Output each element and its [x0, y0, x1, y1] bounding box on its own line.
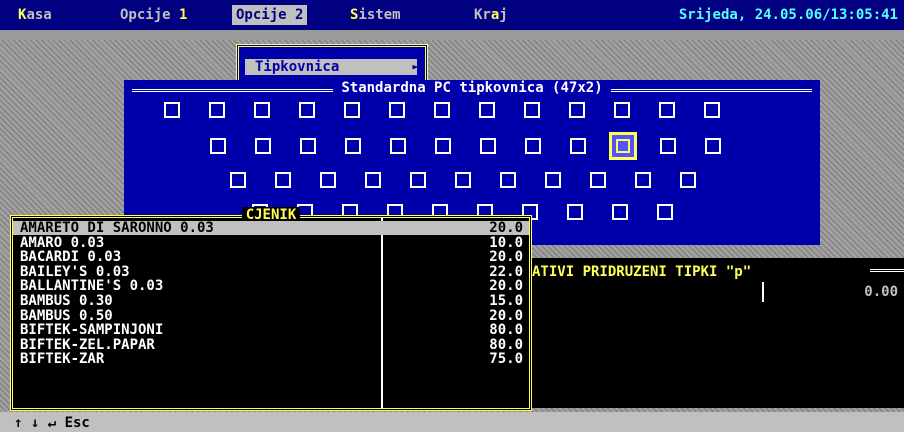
submenu-arrow-icon: ►: [412, 60, 419, 73]
menu-band: [0, 30, 904, 40]
keyboard-key[interactable]: [567, 204, 583, 220]
menu-kraj[interactable]: Kraj: [474, 7, 508, 23]
keyboard-key[interactable]: [570, 138, 586, 154]
price-list-row[interactable]: BAMBUS 0.50 20.0: [13, 309, 529, 323]
keyboard-key[interactable]: [500, 172, 516, 188]
price-list-row[interactable]: AMARO 0.03 10.0: [13, 236, 529, 250]
keyboard-key[interactable]: [255, 138, 271, 154]
keyboard-key[interactable]: [614, 102, 630, 118]
item-name: BIFTEK-ZAR: [20, 351, 105, 368]
keyboard-key[interactable]: [164, 102, 180, 118]
menu-sistem[interactable]: Sistem: [350, 7, 401, 23]
item-price: 20.0: [489, 249, 523, 266]
price-list-row[interactable]: BIFTEK-ZEL.PAPAR 80.0: [13, 338, 529, 352]
keyboard-key[interactable]: [660, 138, 676, 154]
keyboard-key[interactable]: [524, 102, 540, 118]
item-price: 75.0: [489, 351, 523, 368]
submenu-item-tipkovnica[interactable]: Tipkovnica: [245, 59, 417, 75]
keyboard-key[interactable]: [612, 204, 628, 220]
keyboard-key-selected[interactable]: [609, 132, 637, 160]
keyboard-key[interactable]: [254, 102, 270, 118]
item-name: AMARO 0.03: [20, 234, 105, 251]
item-name: BAILEY'S 0.03: [20, 263, 130, 280]
item-price: 80.0: [489, 336, 523, 353]
keyboard-key[interactable]: [390, 138, 406, 154]
keyboard-key[interactable]: [299, 102, 315, 118]
price-list-row[interactable]: BACARDI 0.03 20.0: [13, 250, 529, 264]
item-name: BAMBUS 0.30: [20, 293, 113, 309]
price-list-row[interactable]: BIFTEK-SAMPINJONI 80.0: [13, 323, 529, 337]
item-name: BAMBUS 0.50: [20, 307, 113, 324]
menu-bar: Kasa Opcije 1 Opcije 2 Sistem Kraj Srije…: [0, 0, 904, 30]
price-list-row[interactable]: BIFTEK-ZAR 75.0: [13, 352, 529, 366]
keyboard-key[interactable]: [345, 138, 361, 154]
price-list-dialog: CJENIK AMARETO DI SARONNO 0.03 20.0 AMARO …: [10, 207, 532, 411]
price-list-row[interactable]: BAMBUS 0.30 15.0: [13, 294, 529, 308]
keyboard-key[interactable]: [590, 172, 606, 188]
keyboard-key[interactable]: [389, 102, 405, 118]
item-name: BACARDI 0.03: [20, 249, 122, 266]
item-price: 20.0: [489, 220, 523, 236]
keyboard-key[interactable]: [210, 138, 226, 154]
keyboard-key[interactable]: [455, 172, 471, 188]
key-hints: ↑ ↓ ↵ Esc: [14, 415, 90, 431]
keyboard-key[interactable]: [545, 172, 561, 188]
keyboard-key[interactable]: [275, 172, 291, 188]
keyboard-key[interactable]: [209, 102, 225, 118]
price-list-row[interactable]: AMARETO DI SARONNO 0.03 20.0: [13, 221, 529, 235]
panel-frame-line: [870, 269, 904, 272]
item-name: AMARETO DI SARONNO 0.03: [20, 220, 214, 236]
keyboard-key[interactable]: [657, 204, 673, 220]
item-name: BIFTEK-ZEL.PAPAR: [20, 336, 155, 353]
keyboard-key[interactable]: [680, 172, 696, 188]
keyboard-key[interactable]: [705, 138, 721, 154]
item-price: 22.0: [489, 263, 523, 280]
item-name: BALLANTINE'S 0.03: [20, 278, 164, 295]
datetime-display: Srijeda, 24.05.06/13:05:41: [678, 7, 898, 23]
price-list-row[interactable]: BAILEY'S 0.03 22.0: [13, 265, 529, 279]
item-name: BIFTEK-SAMPINJONI: [20, 322, 164, 339]
keyboard-key[interactable]: [410, 172, 426, 188]
keyboard-key[interactable]: [569, 102, 585, 118]
keyboard-key[interactable]: [635, 172, 651, 188]
keyboard-key[interactable]: [479, 102, 495, 118]
keyboard-key[interactable]: [480, 138, 496, 154]
panel-title: ATIVI PRIDRUZENI TIPKI "p": [532, 264, 752, 280]
keyboard-key[interactable]: [230, 172, 246, 188]
keyboard-key[interactable]: [344, 102, 360, 118]
price-list-row[interactable]: BALLANTINE'S 0.03 20.0: [13, 279, 529, 293]
item-price: 20.0: [489, 278, 523, 295]
dialog-title: Standardna PC tipkovnica (47x2): [124, 80, 820, 96]
keyboard-key[interactable]: [365, 172, 381, 188]
keyboard-key[interactable]: [659, 102, 675, 118]
assigned-items-panel: ATIVI PRIDRUZENI TIPKI "p" 0.00: [524, 258, 904, 408]
menu-opcije-2[interactable]: Opcije 2: [232, 5, 308, 25]
item-price: 80.0: [489, 322, 523, 339]
assigned-value: 0.00: [864, 284, 898, 300]
column-separator: [762, 282, 764, 302]
keyboard-key[interactable]: [434, 102, 450, 118]
keyboard-key[interactable]: [525, 138, 541, 154]
item-price: 15.0: [489, 293, 523, 309]
keyboard-key[interactable]: [704, 102, 720, 118]
keyboard-key[interactable]: [320, 172, 336, 188]
menu-kasa[interactable]: Kasa: [18, 7, 52, 23]
status-bar: ↑ ↓ ↵ Esc: [0, 412, 904, 432]
menu-opcije-1[interactable]: Opcije 1: [120, 7, 187, 23]
keyboard-key[interactable]: [435, 138, 451, 154]
keyboard-key[interactable]: [300, 138, 316, 154]
item-price: 10.0: [489, 234, 523, 251]
item-price: 20.0: [489, 307, 523, 324]
